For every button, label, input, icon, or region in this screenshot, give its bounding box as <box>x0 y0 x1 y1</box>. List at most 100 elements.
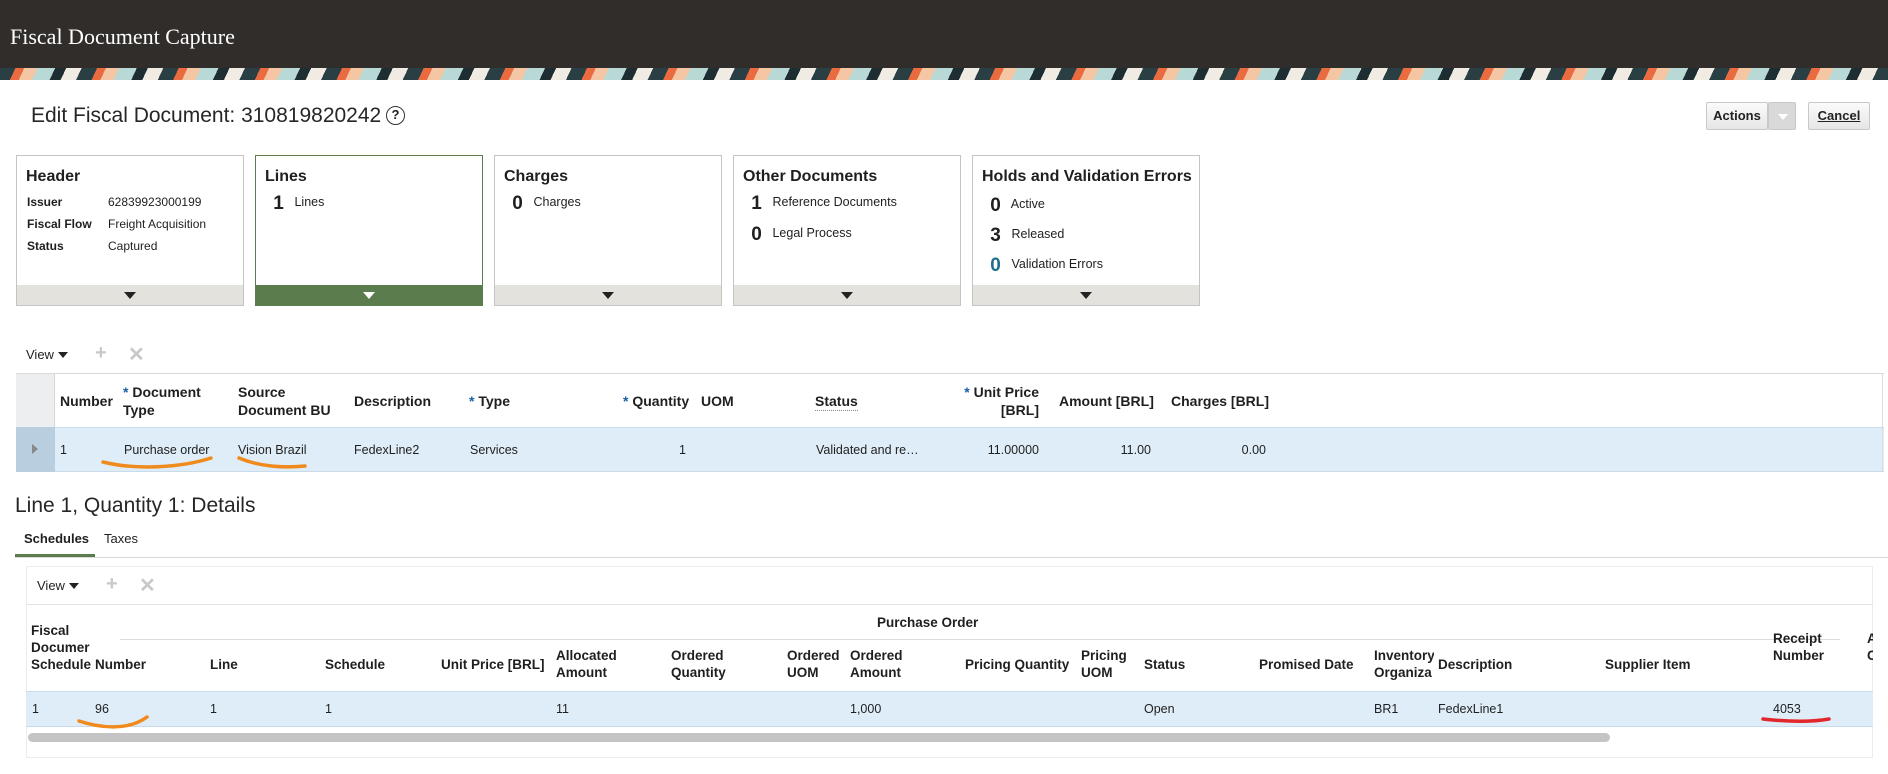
tile-holds-title: Holds and Validation Errors <box>982 168 1192 185</box>
col-inventory-organization[interactable]: Inventory Organiza <box>1374 647 1434 681</box>
cell-source-document-bu[interactable]: Vision Brazil <box>238 443 307 457</box>
reference-documents-count: 1 Reference Documents <box>751 193 897 214</box>
actions-dropdown-button[interactable] <box>1768 102 1796 130</box>
col-number[interactable]: Number <box>60 392 113 410</box>
chevron-down-icon <box>602 292 614 299</box>
holds-active-count: 0 Active <box>990 195 1045 216</box>
tab-divider <box>15 557 1888 558</box>
cell-allocated-amount: 11 <box>556 702 569 716</box>
tile-holds-expand[interactable] <box>973 285 1199 305</box>
col-source-document-bu[interactable]: Source Document BU <box>238 383 331 419</box>
col-unit-price[interactable]: Unit Price [BRL] <box>441 656 545 673</box>
help-icon[interactable]: ? <box>386 106 405 125</box>
col-pricing-quantity[interactable]: Pricing Quantity <box>965 656 1069 673</box>
lines-table: Number * Document Type Source Document BU … <box>16 373 1884 472</box>
tile-header[interactable]: Header Issuer 62839923000199 Fiscal Flow F… <box>16 155 244 306</box>
tile-header-title: Header <box>26 168 81 185</box>
col-fiscal-document-schedule[interactable]: Fiscal Documer Schedule <box>31 622 95 673</box>
table-row[interactable] <box>26 691 1873 727</box>
col-document-type[interactable]: * Document Type <box>123 383 201 419</box>
cell-document-type[interactable]: Purchase order <box>124 443 209 457</box>
cell-receipt-number[interactable]: 4053 <box>1773 702 1801 716</box>
cell-status: Open <box>1144 702 1175 716</box>
col-amount[interactable]: Amount [BRL] <box>1059 392 1154 410</box>
schedules-view-menu[interactable]: View <box>37 578 79 593</box>
col-ordered-amount[interactable]: Ordered Amount <box>850 647 903 681</box>
holds-released-count: 3 Released <box>990 225 1065 246</box>
validation-errors-count[interactable]: 0 Validation Errors <box>983 255 1103 277</box>
group-purchase-order: Purchase Order <box>877 615 979 630</box>
cell-amount: 11.00 <box>1120 443 1151 457</box>
chevron-down-icon <box>124 292 136 299</box>
app-title: Fiscal Document Capture <box>10 24 235 49</box>
tile-lines-expand[interactable] <box>256 285 482 305</box>
col-description[interactable]: Description <box>354 392 431 410</box>
delete-icon[interactable]: ✕ <box>139 573 156 598</box>
header-issuer: Issuer 62839923000199 <box>27 195 202 209</box>
tile-other-documents-title: Other Documents <box>743 168 878 185</box>
cell-po-line: 1 <box>210 702 217 716</box>
col-truncated[interactable]: AC <box>1867 630 1873 664</box>
col-charges[interactable]: Charges [BRL] <box>1171 392 1269 410</box>
table-gutter-header <box>16 374 55 427</box>
col-description[interactable]: Description <box>1438 656 1512 673</box>
tab-schedules[interactable]: Schedules <box>24 531 89 546</box>
add-icon[interactable]: + <box>95 342 107 365</box>
chevron-down-icon <box>57 352 68 358</box>
lines-view-menu[interactable]: View <box>26 347 68 362</box>
col-po-number[interactable]: Number <box>95 656 146 673</box>
tile-charges-title: Charges <box>504 168 569 185</box>
cell-description: FedexLine1 <box>1438 702 1504 716</box>
details-title: Line 1, Quantity 1: Details <box>15 494 256 517</box>
col-po-schedule[interactable]: Schedule <box>325 656 385 673</box>
tile-charges[interactable]: Charges 0 Charges <box>494 155 722 306</box>
col-allocated-amount[interactable]: Allocated Amount <box>556 647 617 681</box>
col-unit-price[interactable]: * Unit Price [BRL] <box>959 383 1039 419</box>
col-supplier-item[interactable]: Supplier Item <box>1605 656 1691 673</box>
header-status: Status Captured <box>27 239 158 253</box>
tile-lines[interactable]: Lines 1 Lines <box>255 155 483 306</box>
app-header-bar: Fiscal Document Capture <box>0 0 1888 68</box>
tile-other-documents-expand[interactable] <box>734 285 960 305</box>
lines-count: 1 Lines <box>273 193 325 214</box>
actions-button[interactable]: Actions <box>1706 102 1768 130</box>
tile-charges-expand[interactable] <box>495 285 721 305</box>
legal-process-count: 0 Legal Process <box>751 224 852 245</box>
col-status[interactable]: Status <box>1144 656 1185 673</box>
chevron-down-icon <box>841 292 853 299</box>
delete-icon[interactable]: ✕ <box>128 342 145 367</box>
tile-holds-validation[interactable]: Holds and Validation Errors 0 Active 3 R… <box>972 155 1200 306</box>
cell-ordered-amount: 1,000 <box>850 702 882 716</box>
col-ordered-uom[interactable]: Ordered UOM <box>787 647 840 681</box>
col-type[interactable]: * Type <box>469 392 510 410</box>
tile-other-documents[interactable]: Other Documents 1 Reference Documents 0 … <box>733 155 961 306</box>
cell-status[interactable]: Validated and re… <box>816 443 919 457</box>
schedules-table: Purchase Order Fiscal Documer Schedule Num… <box>26 604 1873 758</box>
add-icon[interactable]: + <box>106 573 118 596</box>
group-divider <box>120 639 1840 640</box>
col-receipt-number[interactable]: Receipt Number <box>1773 630 1824 664</box>
table-edge <box>1882 373 1883 471</box>
row-expand-icon[interactable] <box>16 427 55 472</box>
col-pricing-uom[interactable]: Pricing UOM <box>1081 647 1127 681</box>
col-status[interactable]: Status <box>815 392 858 411</box>
col-ordered-quantity[interactable]: Ordered Quantity <box>671 647 726 681</box>
col-promised-date[interactable]: Promised Date <box>1259 656 1354 673</box>
cell-description: FedexLine2 <box>354 443 420 457</box>
horizontal-scrollbar[interactable] <box>26 731 1873 743</box>
col-po-line[interactable]: Line <box>210 656 238 673</box>
cell-po-number[interactable]: 96 <box>95 702 109 716</box>
cell-fiscal-schedule: 1 <box>32 702 39 716</box>
cell-unit-price: 11.00000 <box>987 443 1039 457</box>
tab-taxes[interactable]: Taxes <box>104 531 138 546</box>
col-quantity[interactable]: * Quantity <box>623 392 689 410</box>
header-fiscal-flow: Fiscal Flow Freight Acquisition <box>27 217 207 231</box>
scrollbar-thumb[interactable] <box>28 733 1610 742</box>
cancel-button[interactable]: Cancel <box>1808 102 1870 130</box>
col-uom[interactable]: UOM <box>701 392 734 410</box>
cell-type: Services <box>470 443 518 457</box>
tile-lines-title: Lines <box>265 168 307 185</box>
chevron-down-icon <box>68 583 79 589</box>
tile-header-expand[interactable] <box>17 285 243 305</box>
chevron-down-icon <box>1080 292 1092 299</box>
